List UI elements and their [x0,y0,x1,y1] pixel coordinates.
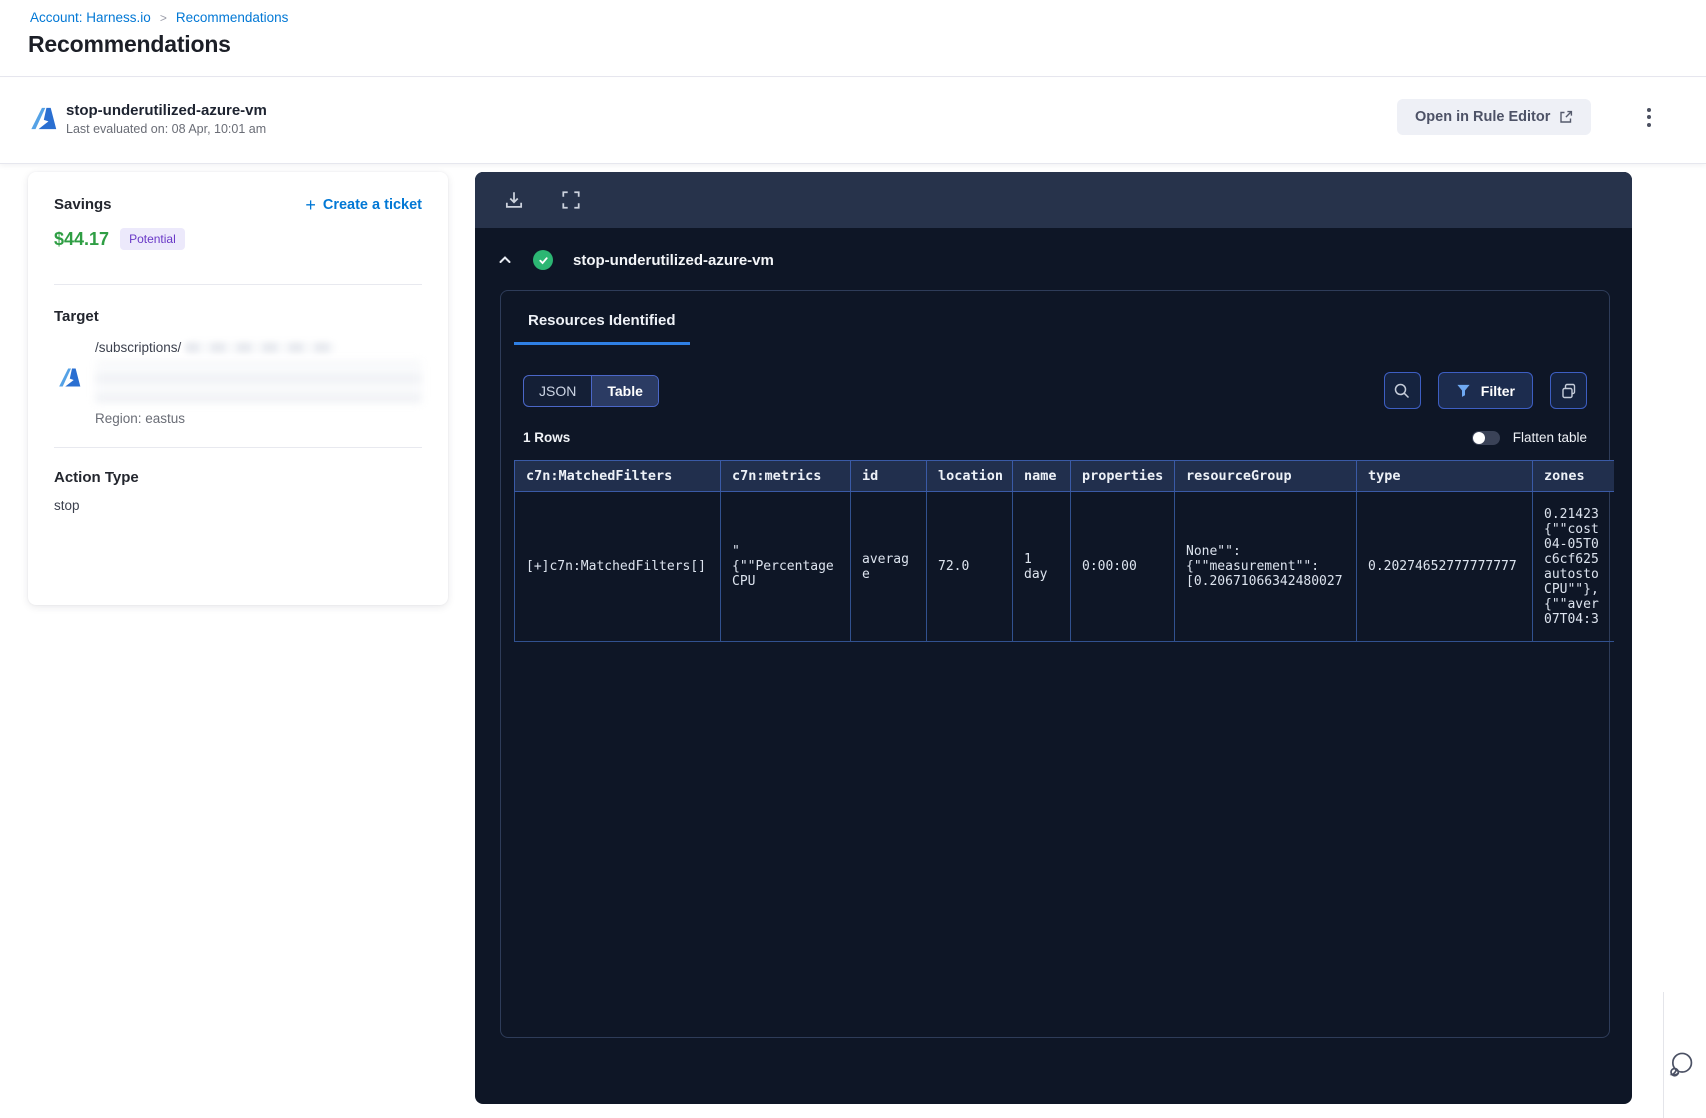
breadcrumb: Account: Harness.io > Recommendations [30,10,288,25]
search-button[interactable] [1383,372,1421,409]
flatten-table-toggle[interactable] [1471,430,1500,445]
view-mode-table[interactable]: Table [592,375,658,406]
filter-button[interactable]: Filter [1437,372,1533,409]
target-path: /subscriptions/ [95,340,182,355]
copy-icon [1561,383,1575,398]
cell-properties: 0:00:00 [1070,491,1175,642]
filter-funnel-icon [1457,384,1470,397]
fullscreen-icon[interactable] [560,189,582,211]
azure-icon [31,107,57,130]
col-header-zones: zones [1532,460,1614,492]
open-in-rule-editor-label: Open in Rule Editor [1415,109,1551,125]
resources-table: c7n:MatchedFilters c7n:metrics id locati… [514,460,1614,642]
view-mode-json[interactable]: JSON [524,375,593,406]
recommendation-title: stop-underutilized-azure-vm [66,102,267,119]
target-label: Target [54,308,99,325]
download-icon[interactable] [503,189,525,211]
redacted-text-block [95,361,422,403]
external-link-icon [1560,110,1573,123]
table-row: [+]c7n:MatchedFilters[] " {""Percentage … [514,491,1614,642]
more-options-menu-icon[interactable] [1637,96,1661,138]
action-type-label: Action Type [54,469,139,486]
savings-label: Savings [54,196,112,213]
viewer-rule-title: stop-underutilized-azure-vm [573,251,774,269]
create-ticket-button[interactable]: + Create a ticket [305,194,422,215]
open-in-rule-editor-button[interactable]: Open in Rule Editor [1397,99,1592,135]
resources-viewer-panel: stop-underutilized-azure-vm Resources Id… [475,172,1632,1104]
cell-type: 0.20274652777777777 [1356,491,1533,642]
redacted-text [185,342,336,353]
success-check-icon [533,250,553,270]
col-header-name: name [1012,460,1071,492]
filter-label: Filter [1480,382,1515,399]
cell-resource-group: None"": {""measurement"": [0.20671066342… [1174,491,1357,642]
divider [54,284,422,285]
flatten-table-label: Flatten table [1512,430,1587,445]
page-topbar: Account: Harness.io > Recommendations Re… [0,0,1706,77]
resources-card: Resources Identified JSON Table Filter 1… [500,290,1614,1038]
tab-resources-identified[interactable]: Resources Identified [514,312,690,345]
potential-badge: Potential [120,228,185,250]
target-region: Region: eastus [95,411,186,426]
action-type-value: stop [54,498,80,513]
cell-metrics: " {""Percentage CPU [720,491,851,642]
collapse-chevron-up-icon[interactable] [497,252,513,268]
col-header-matched-filters: c7n:MatchedFilters [514,460,721,492]
breadcrumb-recommendations-link[interactable]: Recommendations [176,10,289,25]
col-header-type: type [1356,460,1533,492]
col-header-resource-group: resourceGroup [1174,460,1357,492]
breadcrumb-account-link[interactable]: Account: Harness.io [30,10,151,25]
help-chat-icon[interactable] [1664,1048,1698,1082]
plus-icon: + [305,194,316,215]
savings-amount: $44.17 [54,228,110,249]
col-header-id: id [850,460,927,492]
copy-button[interactable] [1550,372,1587,409]
col-header-properties: properties [1070,460,1175,492]
cell-matched-filters-expand[interactable]: [+]c7n:MatchedFilters[] [514,491,721,642]
recommendation-last-evaluated: Last evaluated on: 08 Apr, 10:01 am [66,122,267,136]
breadcrumb-separator-icon: > [159,10,167,25]
resources-table-wrap: c7n:MatchedFilters c7n:metrics id locati… [514,460,1614,642]
col-header-metrics: c7n:metrics [720,460,851,492]
divider [54,447,422,448]
recommendation-header: stop-underutilized-azure-vm Last evaluat… [0,78,1706,164]
col-header-location: location [926,460,1013,492]
table-header-row: c7n:MatchedFilters c7n:metrics id locati… [514,460,1614,492]
viewer-toolbar [475,172,1632,228]
cell-id: average [850,491,927,642]
azure-icon [59,368,81,387]
view-mode-toggle: JSON Table [523,374,659,407]
savings-card: Savings + Create a ticket $44.17 Potenti… [28,172,448,605]
cell-name: 1 day [1012,491,1071,642]
cell-location: 72.0 [926,491,1013,642]
search-icon [1395,383,1410,398]
cell-zones: 0.21423 {""cost 04-05T0 c6cf625 autosto … [1532,491,1614,642]
create-ticket-label: Create a ticket [322,196,422,213]
rows-count: 1 Rows [523,430,571,445]
page-title: Recommendations [28,31,231,57]
